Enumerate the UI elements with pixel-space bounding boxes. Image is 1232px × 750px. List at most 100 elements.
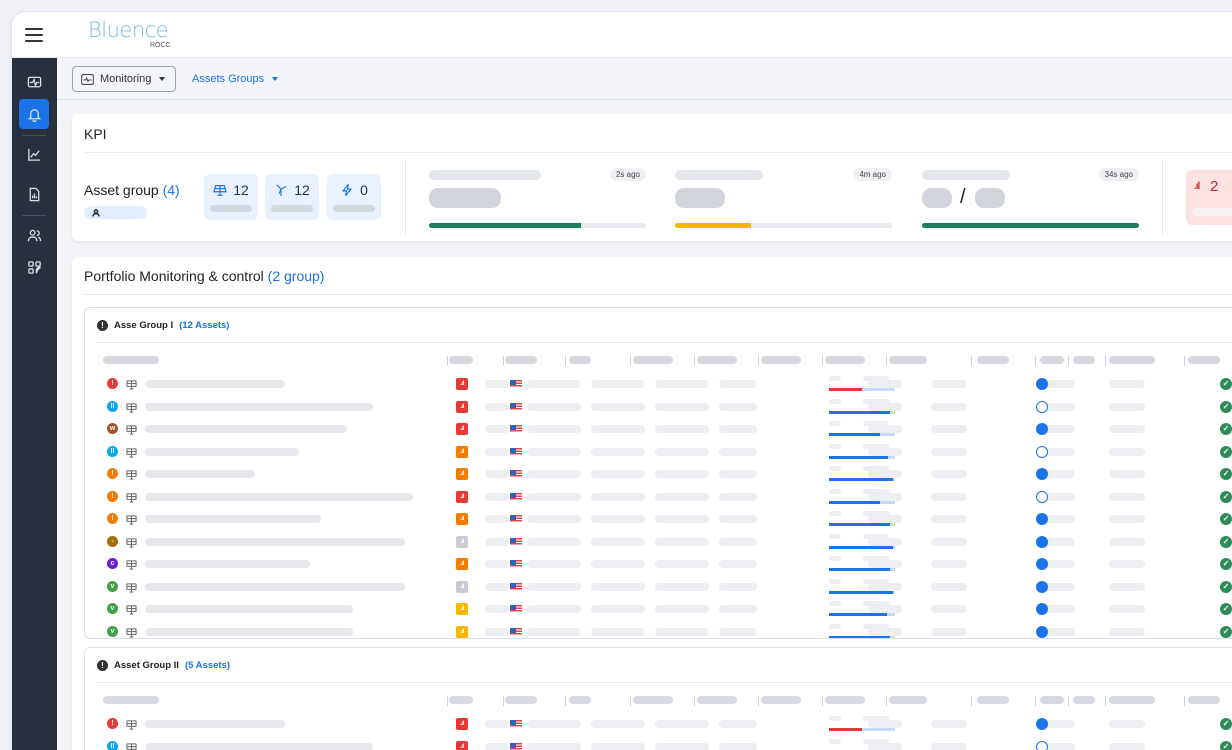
menu-icon[interactable] xyxy=(25,28,43,42)
column-header[interactable] xyxy=(977,356,1009,364)
column-divider xyxy=(694,356,695,366)
kpi-metric-2: 4m ago xyxy=(675,168,892,228)
status-warning-icon: ! xyxy=(107,468,118,479)
table-row[interactable]: ! .ıl ✓ xyxy=(85,374,1232,396)
table-row[interactable]: ! .ıl ✓ xyxy=(85,509,1232,531)
report-document-icon[interactable] xyxy=(19,179,49,209)
column-header[interactable] xyxy=(1109,356,1155,364)
column-header[interactable] xyxy=(505,356,537,364)
column-header[interactable] xyxy=(889,696,927,704)
cell-placeholder xyxy=(1109,742,1145,750)
check-icon: ✓ xyxy=(1220,740,1232,750)
column-header[interactable] xyxy=(1073,696,1095,704)
asset-name-placeholder[interactable] xyxy=(145,605,353,613)
column-header[interactable] xyxy=(569,356,591,364)
asset-name-placeholder[interactable] xyxy=(145,537,405,546)
asset-name-placeholder[interactable] xyxy=(145,425,347,433)
column-header[interactable] xyxy=(1188,356,1220,364)
cell-placeholder xyxy=(719,447,757,456)
settings-grid-icon[interactable] xyxy=(19,252,49,282)
cell-placeholder xyxy=(655,537,709,546)
table-row[interactable]: ! .ıl ✓ xyxy=(85,714,1232,736)
offline-indicator xyxy=(1036,400,1048,413)
asset-group-count[interactable]: (4) xyxy=(163,182,180,198)
column-header[interactable] xyxy=(633,696,673,704)
column-header[interactable] xyxy=(825,356,865,364)
bell-icon[interactable] xyxy=(19,99,49,129)
asset-name-placeholder[interactable] xyxy=(145,447,299,456)
asset-name-placeholder[interactable] xyxy=(145,742,373,750)
us-flag-icon xyxy=(510,627,522,636)
column-header[interactable] xyxy=(697,696,737,704)
cell-placeholder xyxy=(655,402,709,411)
chart-trend-icon[interactable] xyxy=(19,139,49,169)
asset-groups-dropdown[interactable]: Assets Groups xyxy=(192,73,279,85)
column-header[interactable] xyxy=(761,356,801,364)
asset-name-placeholder[interactable] xyxy=(145,402,373,411)
cell-placeholder xyxy=(591,537,645,546)
check-icon: ✓ xyxy=(1220,625,1232,638)
group-header[interactable]: ! Asset Group II (5 Assets) xyxy=(97,660,230,671)
table-row[interactable]: v .ıl ✓ xyxy=(85,622,1232,638)
asset-name-placeholder[interactable] xyxy=(145,492,413,501)
column-header[interactable] xyxy=(697,356,737,364)
production-progress xyxy=(829,601,895,617)
table-row[interactable]: ! .ıl ✓ xyxy=(85,487,1232,509)
asset-name-placeholder[interactable] xyxy=(145,720,285,728)
table-row[interactable]: v .ıl ✓ xyxy=(85,599,1232,621)
asset-name-placeholder[interactable] xyxy=(145,470,255,478)
table-row[interactable]: v .ıl ✓ xyxy=(85,577,1232,599)
asset-name-placeholder[interactable] xyxy=(145,560,310,568)
group-header[interactable]: ! Asse Group I (12 Assets) xyxy=(97,320,229,331)
asset-name-placeholder[interactable] xyxy=(145,582,405,591)
column-header[interactable] xyxy=(1040,696,1064,704)
group-count: (5 Assets) xyxy=(184,660,230,671)
column-divider xyxy=(1035,696,1036,706)
column-header[interactable] xyxy=(1073,356,1095,364)
column-header[interactable] xyxy=(103,356,159,364)
table-row[interactable]: II .ıl ✓ xyxy=(85,442,1232,464)
column-header[interactable] xyxy=(505,696,537,704)
cell-placeholder xyxy=(527,425,581,433)
table-row[interactable]: c .ıl ✓ xyxy=(85,554,1232,576)
cell-placeholder xyxy=(719,582,757,591)
metric-progress xyxy=(429,223,581,228)
monitoring-dropdown[interactable]: Monitoring xyxy=(72,66,177,92)
column-header[interactable] xyxy=(569,696,591,704)
chevron-down-icon xyxy=(159,77,166,81)
column-header[interactable] xyxy=(977,696,1009,704)
column-header[interactable] xyxy=(1109,696,1155,704)
user-icon xyxy=(92,208,100,217)
us-flag-icon xyxy=(510,605,522,613)
cell-placeholder xyxy=(655,605,709,613)
portfolio-title: Portfolio Monitoring & control (2 group) xyxy=(84,268,324,284)
logo: Bluence ROCC xyxy=(88,18,198,52)
table-row[interactable]: ! .ıl ✓ xyxy=(85,464,1232,486)
pulse-monitor-icon[interactable] xyxy=(19,67,49,97)
column-header[interactable] xyxy=(889,356,927,364)
column-header[interactable] xyxy=(103,696,159,704)
column-header[interactable] xyxy=(761,696,801,704)
alert-kpi[interactable]: .ıl 2 xyxy=(1186,170,1232,225)
column-header[interactable] xyxy=(449,696,473,704)
asset-name-placeholder[interactable] xyxy=(145,515,321,523)
asset-name-placeholder[interactable] xyxy=(145,627,353,636)
column-header[interactable] xyxy=(825,696,865,704)
cell-placeholder xyxy=(485,515,509,523)
us-flag-icon xyxy=(510,492,522,501)
column-header[interactable] xyxy=(633,356,673,364)
users-icon[interactable] xyxy=(19,220,49,250)
table-row[interactable]: w .ıl ✓ xyxy=(85,419,1232,441)
status-error-icon: ! xyxy=(107,378,118,389)
table-row[interactable]: II .ıl ✓ xyxy=(85,397,1232,419)
column-header[interactable] xyxy=(449,356,473,364)
table-row[interactable]: - .ıl ✓ xyxy=(85,532,1232,554)
solar-panel-icon xyxy=(126,602,138,615)
cell-placeholder xyxy=(591,492,645,501)
column-header[interactable] xyxy=(1188,696,1220,704)
cell-placeholder xyxy=(1109,582,1145,591)
column-header[interactable] xyxy=(1040,356,1064,364)
table-row[interactable]: II .ıl ✓ xyxy=(85,737,1232,750)
asset-name-placeholder[interactable] xyxy=(145,380,285,388)
cell-placeholder xyxy=(485,742,509,750)
